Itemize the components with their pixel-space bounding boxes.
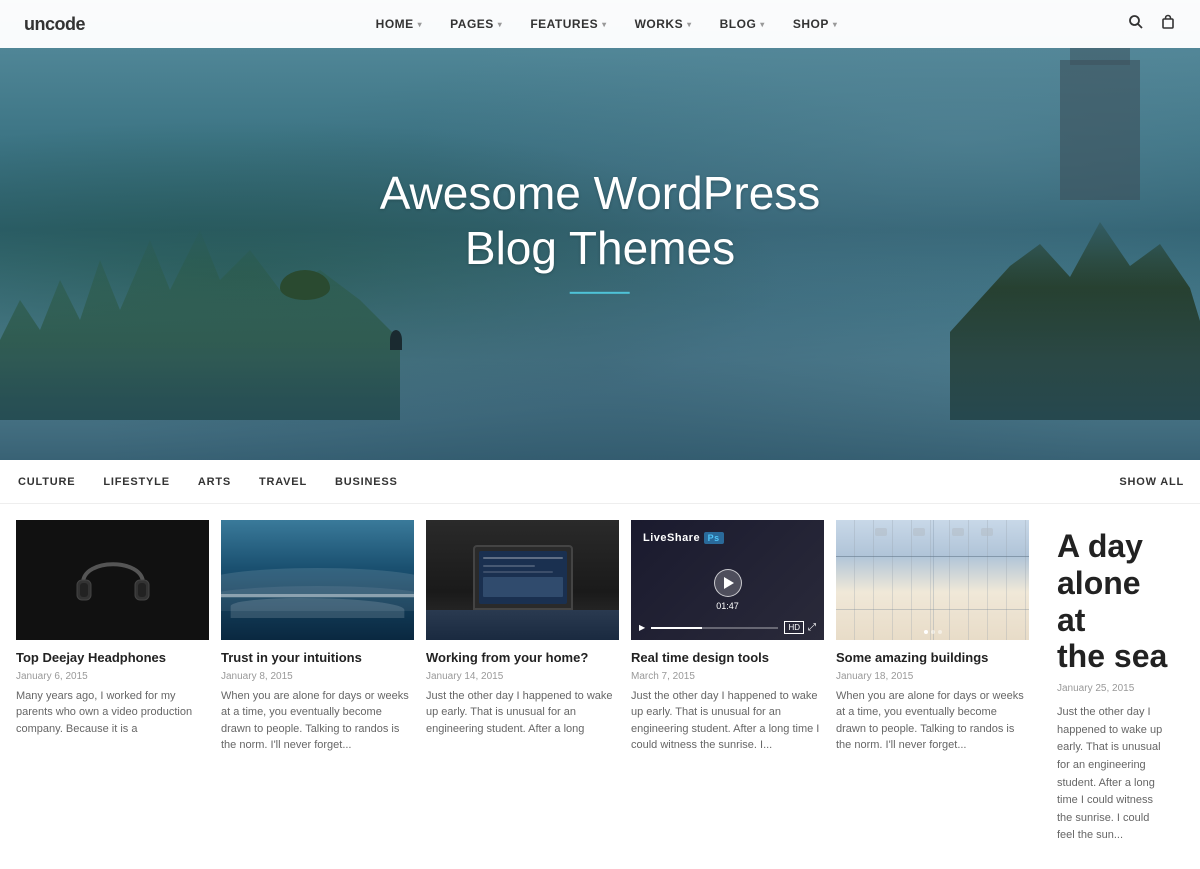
video-hd-badge: HD <box>784 621 804 634</box>
dot-2 <box>931 630 935 634</box>
buildings-image <box>836 520 1029 640</box>
category-business[interactable]: BUSINESS <box>333 476 400 488</box>
category-arts[interactable]: ARTS <box>196 476 233 488</box>
card-1-excerpt: Many years ago, I worked for my parents … <box>16 688 209 738</box>
card-2-title: Trust in your intuitions <box>221 650 414 667</box>
nav-home[interactable]: HOME ▾ <box>362 0 437 48</box>
nav-works[interactable]: WORKS ▾ <box>621 0 706 48</box>
card-6-excerpt: Just the other day I happened to wake up… <box>1057 704 1168 845</box>
search-icon[interactable] <box>1128 14 1144 35</box>
blog-grid: Top Deejay Headphones January 6, 2015 Ma… <box>16 520 1184 853</box>
card-3-date: January 14, 2015 <box>426 671 619 682</box>
card-2-excerpt: When you are alone for days or weeks at … <box>221 688 414 754</box>
card-1-meta: Top Deejay Headphones January 6, 2015 Ma… <box>16 650 209 737</box>
dot-3 <box>938 630 942 634</box>
hero-title: Awesome WordPress Blog Themes <box>380 166 821 276</box>
category-links: CULTURE LIFESTYLE ARTS TRAVEL BUSINESS <box>16 476 400 488</box>
chevron-down-icon: ▾ <box>687 20 692 29</box>
headphones-image <box>16 520 209 640</box>
card-4-excerpt: Just the other day I happened to wake up… <box>631 688 824 754</box>
hero-content: Awesome WordPress Blog Themes <box>380 166 821 294</box>
play-button[interactable] <box>714 569 742 597</box>
blog-card-5[interactable]: Some amazing buildings January 18, 2015 … <box>836 520 1029 754</box>
chevron-down-icon: ▾ <box>498 20 503 29</box>
chevron-down-icon: ▾ <box>833 20 838 29</box>
video-time: 01:47 <box>716 601 739 611</box>
card-3-title: Working from your home? <box>426 650 619 667</box>
video-progress-fill <box>651 627 702 629</box>
video-overlay: LiveShare Ps 01:47 ▶ <box>631 520 824 640</box>
play-triangle-icon <box>724 577 734 589</box>
card-5-date: January 18, 2015 <box>836 671 1029 682</box>
foam-line <box>221 594 414 597</box>
blog-card-6[interactable]: A day alone at the sea January 25, 2015 … <box>1041 520 1184 853</box>
nav-shop[interactable]: SHOP ▾ <box>779 0 852 48</box>
blog-card-1[interactable]: Top Deejay Headphones January 6, 2015 Ma… <box>16 520 209 737</box>
brand-logo[interactable]: uncode <box>24 14 85 35</box>
nav-features[interactable]: FEATURES ▾ <box>516 0 620 48</box>
video-expand-icon: ⤢ <box>808 622 816 633</box>
card-5-meta: Some amazing buildings January 18, 2015 … <box>836 650 1029 754</box>
category-bar: CULTURE LIFESTYLE ARTS TRAVEL BUSINESS S… <box>0 460 1200 504</box>
card-4-date: March 7, 2015 <box>631 671 824 682</box>
nav-blog[interactable]: BLOG ▾ <box>706 0 779 48</box>
laptop-image <box>426 520 619 640</box>
card-1-date: January 6, 2015 <box>16 671 209 682</box>
card-1-title: Top Deejay Headphones <box>16 650 209 667</box>
card-2-date: January 8, 2015 <box>221 671 414 682</box>
card-6-date: January 25, 2015 <box>1057 683 1168 694</box>
hero-island <box>280 270 330 300</box>
dot-1 <box>924 630 928 634</box>
blog-card-4[interactable]: LiveShare Ps 01:47 ▶ <box>631 520 824 754</box>
card-5-title: Some amazing buildings <box>836 650 1029 667</box>
video-progress-bar <box>651 627 778 629</box>
card-4-meta: Real time design tools March 7, 2015 Jus… <box>631 650 824 754</box>
card-5-excerpt: When you are alone for days or weeks at … <box>836 688 1029 754</box>
hero-figure <box>390 330 402 350</box>
chevron-down-icon: ▾ <box>602 20 607 29</box>
video-title-label: LiveShare Ps <box>643 532 724 544</box>
nav-pages[interactable]: PAGES ▾ <box>436 0 516 48</box>
ocean-image <box>221 520 414 640</box>
hero-section: Awesome WordPress Blog Themes <box>0 0 1200 460</box>
chevron-down-icon: ▾ <box>418 20 423 29</box>
video-controls: ▶ HD ⤢ <box>639 621 816 634</box>
nav-icon-group <box>1128 14 1176 35</box>
card-4-title: Real time design tools <box>631 650 824 667</box>
cart-icon[interactable] <box>1160 14 1176 35</box>
category-culture[interactable]: CULTURE <box>16 476 77 488</box>
chevron-down-icon: ▾ <box>760 20 765 29</box>
video-image: LiveShare Ps 01:47 ▶ <box>631 520 824 640</box>
card-3-excerpt: Just the other day I happened to wake up… <box>426 688 619 738</box>
hero-building <box>1060 60 1140 200</box>
blog-card-3[interactable]: Working from your home? January 14, 2015… <box>426 520 619 737</box>
show-all-button[interactable]: SHOW ALL <box>1119 476 1184 488</box>
category-travel[interactable]: TRAVEL <box>257 476 309 488</box>
card-6-big-title: A day alone at the sea <box>1057 528 1168 675</box>
hero-divider <box>570 292 630 294</box>
video-play-icon: ▶ <box>639 623 645 632</box>
card-3-meta: Working from your home? January 14, 2015… <box>426 650 619 737</box>
card-dots <box>924 630 942 634</box>
category-lifestyle[interactable]: LIFESTYLE <box>101 476 171 488</box>
main-nav: uncode HOME ▾ PAGES ▾ FEATURES ▾ WORKS ▾… <box>0 0 1200 48</box>
blog-card-2[interactable]: Trust in your intuitions January 8, 2015… <box>221 520 414 754</box>
nav-links: HOME ▾ PAGES ▾ FEATURES ▾ WORKS ▾ BLOG ▾… <box>362 0 852 48</box>
card-2-meta: Trust in your intuitions January 8, 2015… <box>221 650 414 754</box>
blog-section: Top Deejay Headphones January 6, 2015 Ma… <box>0 504 1200 869</box>
